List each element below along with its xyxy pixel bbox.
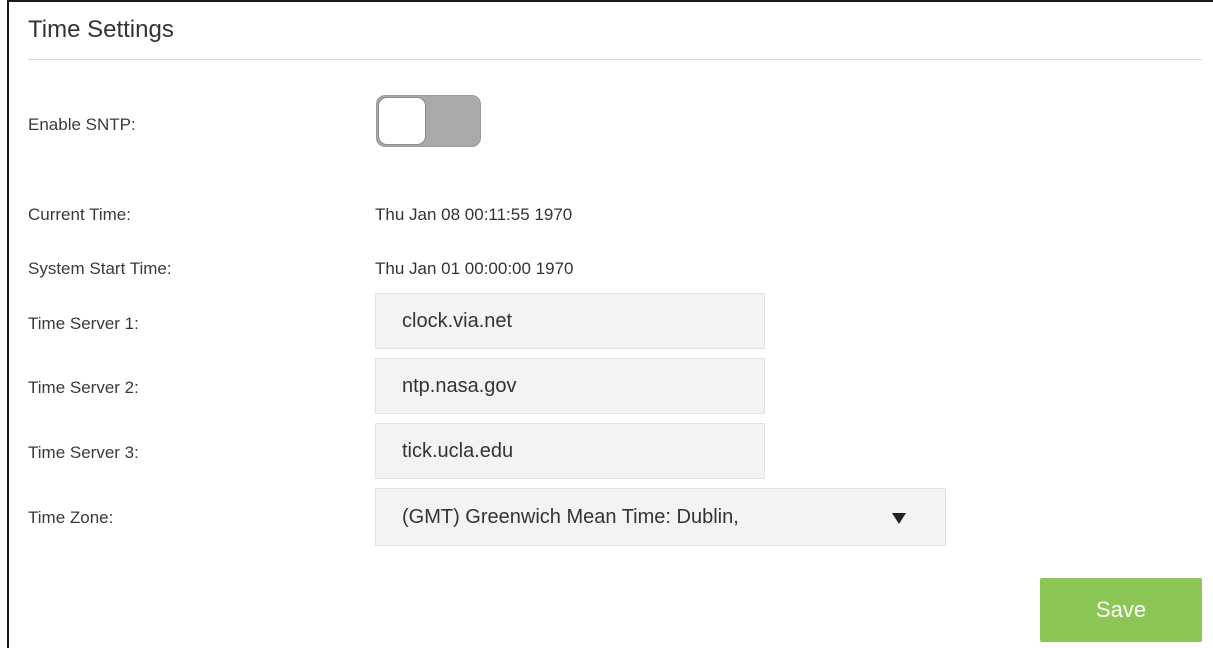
time-zone-selected-value: (GMT) Greenwich Mean Time: Dublin, — [402, 506, 739, 528]
system-start-time-label: System Start Time: — [28, 259, 172, 278]
section-title: Time Settings — [28, 16, 174, 43]
time-zone-label: Time Zone: — [28, 508, 114, 527]
triangle-down-icon — [892, 513, 906, 524]
toggle-knob — [378, 97, 426, 145]
enable-sntp-toggle[interactable] — [376, 95, 481, 147]
time-server-3-label: Time Server 3: — [28, 443, 139, 462]
time-zone-select[interactable]: (GMT) Greenwich Mean Time: Dublin, — [375, 488, 946, 546]
current-time-label: Current Time: — [28, 205, 131, 224]
time-server-1-label: Time Server 1: — [28, 314, 139, 333]
enable-sntp-label: Enable SNTP: — [28, 115, 136, 134]
time-server-1-input[interactable] — [375, 293, 765, 349]
save-button[interactable]: Save — [1040, 578, 1202, 642]
time-server-2-input[interactable] — [375, 358, 765, 414]
time-server-3-input[interactable] — [375, 423, 765, 479]
current-time-value: Thu Jan 08 00:11:55 1970 — [375, 205, 573, 224]
title-divider — [28, 59, 1202, 60]
time-server-2-label: Time Server 2: — [28, 378, 139, 397]
system-start-time-value: Thu Jan 01 00:00:00 1970 — [375, 259, 574, 278]
time-settings-panel: Time Settings Enable SNTP: Current Time:… — [7, 0, 1213, 648]
